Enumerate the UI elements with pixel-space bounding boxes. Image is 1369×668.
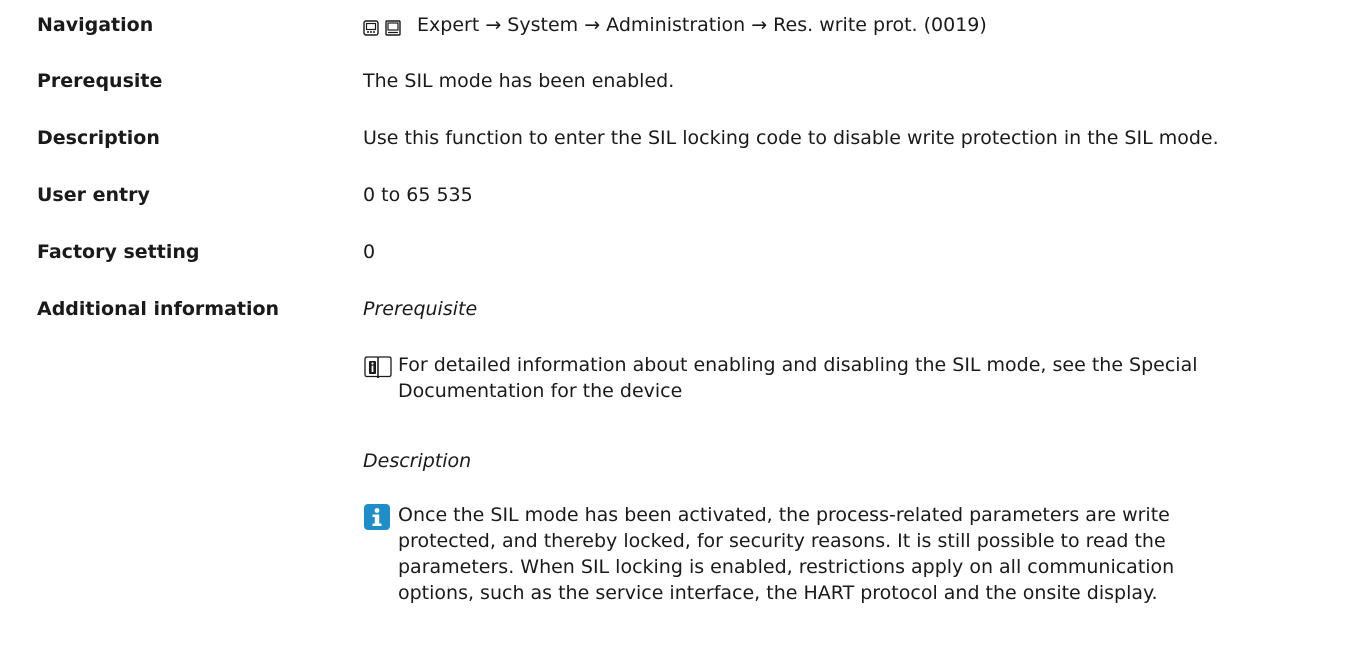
expert-display-icon: [363, 19, 379, 36]
factory-setting-value: 0: [363, 241, 376, 263]
prerequisite-note-line: For detailed information about enabling …: [398, 354, 1198, 376]
description-note: Once the SIL mode has been activated, th…: [363, 502, 1363, 612]
prerequisite-value: The SIL mode has been enabled.: [363, 70, 675, 92]
navigation-label: Navigation: [37, 14, 154, 36]
prerequisite-note: For detailed information about enabling …: [363, 352, 1363, 408]
description-label: Description: [37, 127, 160, 149]
factory-setting-label: Factory setting: [37, 241, 200, 263]
description-note-text: Once the SIL mode has been activated, th…: [398, 502, 1358, 606]
prerequisite-note-line: Documentation for the device: [398, 380, 683, 402]
prerequisite-label: Prerequsite: [37, 70, 163, 92]
additional-description-heading: Description: [363, 450, 472, 472]
expert-operating-tool-icon: [385, 19, 401, 36]
navigation-path: Expert → System → Administration → Res. …: [417, 14, 987, 36]
user-entry-label: User entry: [37, 184, 150, 206]
prerequisite-note-text: For detailed information about enabling …: [398, 352, 1358, 404]
description-note-line: options, such as the service interface, …: [398, 582, 1158, 604]
info-icon: [363, 503, 391, 538]
additional-prerequisite-heading: Prerequisite: [363, 298, 478, 320]
additional-information-label: Additional information: [37, 298, 280, 320]
description-note-line: Once the SIL mode has been activated, th…: [398, 504, 1170, 526]
description-note-line: parameters. When SIL locking is enabled,…: [398, 556, 1175, 578]
navigation-icons: [363, 14, 401, 40]
description-note-line: protected, and thereby locked, for secur…: [398, 530, 1166, 552]
user-entry-value: 0 to 65 535: [363, 184, 473, 206]
book-info-icon: [363, 353, 393, 390]
description-value: Use this function to enter the SIL locki…: [363, 127, 1219, 149]
navigation-value: Expert → System → Administration → Res. …: [363, 12, 987, 40]
